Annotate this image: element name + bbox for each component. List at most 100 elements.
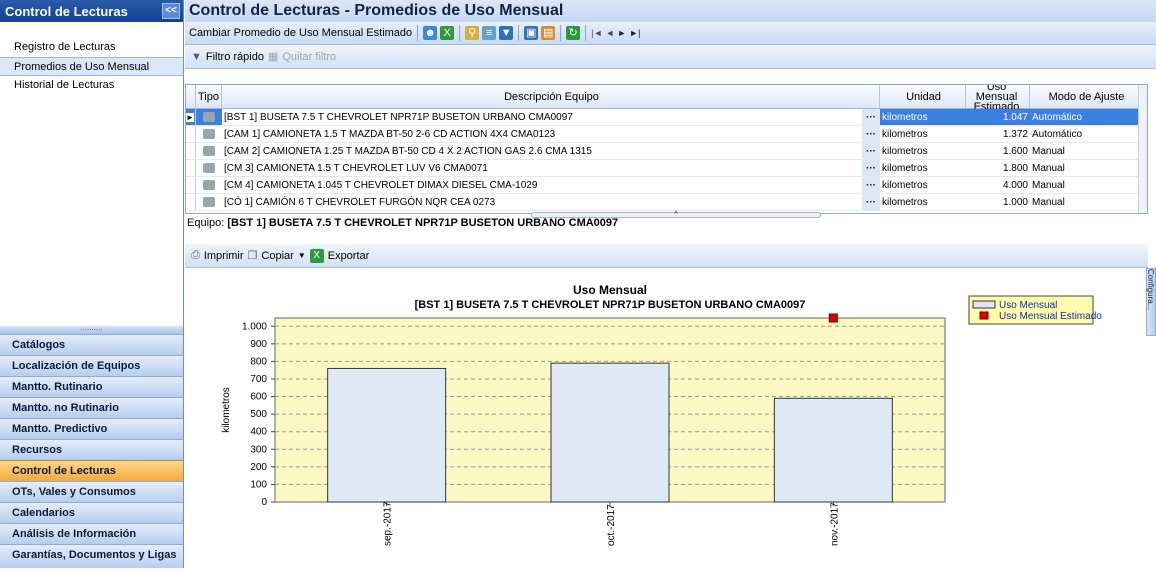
cell-modo[interactable]: Manual — [1030, 194, 1142, 210]
filter-toolbar: ▼ Filtro rápido ▦ Quitar filtro — [185, 45, 1156, 69]
search-icon[interactable]: ⚲ — [465, 26, 480, 40]
sidebar-title: Control de Lecturas — [5, 3, 128, 19]
section-catalogos[interactable]: Catálogos — [0, 334, 183, 355]
table-row[interactable]: [CM 4] CAMIONETA 1.045 T CHEVROLET DIMAX… — [186, 177, 1147, 194]
y-tick-label: 200 — [250, 462, 267, 473]
cell-uso[interactable]: 1.600 — [966, 143, 1030, 159]
cell-uso[interactable]: 1.800 — [966, 160, 1030, 176]
cell-descripcion[interactable]: [CAM 1] CAMIONETA 1.5 T MAZDA BT-50 2-6 … — [222, 126, 862, 142]
col-uso[interactable]: Uso Mensual Estimado — [966, 85, 1030, 112]
equipment-grid: Tipo Descripción Equipo Unidad Uso Mensu… — [185, 84, 1148, 214]
cell-unidad[interactable]: kilometros — [880, 126, 966, 142]
cell-unidad[interactable]: kilometros — [880, 160, 966, 176]
ellipsis-button[interactable]: ··· — [862, 109, 880, 125]
save-icon[interactable]: ▣ — [524, 26, 539, 40]
col-descripcion[interactable]: Descripción Equipo — [222, 85, 880, 108]
cell-modo[interactable]: Manual — [1030, 160, 1142, 176]
cell-unidad[interactable]: kilometros — [880, 143, 966, 159]
cell-uso[interactable]: 1.000 — [966, 194, 1030, 210]
users-icon[interactable]: ☻ — [423, 26, 438, 40]
first-record-icon[interactable]: |◄ — [591, 28, 602, 38]
remove-filter-button[interactable]: Quitar filtro — [282, 51, 336, 63]
equipo-label: Equipo: — [187, 217, 225, 229]
refresh-icon[interactable]: ↻ — [566, 26, 581, 40]
table-row[interactable]: [CAM 1] CAMIONETA 1.5 T MAZDA BT-50 2-6 … — [186, 126, 1147, 143]
cell-descripcion[interactable]: [CAM 2] CAMIONETA 1.25 T MAZDA BT-50 CD … — [222, 143, 862, 159]
next-record-icon[interactable]: ► — [617, 28, 626, 38]
print-button[interactable]: Imprimir — [204, 250, 244, 262]
legend-swatch-uso — [972, 300, 996, 309]
col-tipo[interactable]: Tipo — [196, 85, 222, 108]
chart-icon[interactable]: ▤ — [541, 26, 556, 40]
cell-uso[interactable]: 1.047 — [966, 109, 1030, 125]
cell-unidad[interactable]: kilometros — [880, 177, 966, 193]
configure-side-tab[interactable]: Configura... — [1146, 268, 1156, 336]
section-control-lecturas[interactable]: Control de Lecturas — [0, 460, 183, 481]
section-garantias[interactable]: Garantías, Documentos y Ligas — [0, 544, 183, 568]
ellipsis-button[interactable]: ··· — [862, 177, 880, 193]
cell-unidad[interactable]: kilometros — [880, 194, 966, 210]
change-estimate-button[interactable]: Cambiar Promedio de Uso Mensual Estimado — [189, 27, 412, 39]
cell-uso[interactable]: 4.000 — [966, 177, 1030, 193]
y-tick-label: 100 — [250, 479, 267, 490]
cell-modo[interactable]: Manual — [1030, 143, 1142, 159]
bar-uso-mensual — [550, 362, 670, 503]
section-localizacion[interactable]: Localización de Equipos — [0, 355, 183, 376]
cell-modo[interactable]: Manual — [1030, 177, 1142, 193]
col-unidad[interactable]: Unidad — [880, 85, 966, 108]
nav-item-registro[interactable]: Registro de Lecturas — [0, 38, 183, 57]
row-indicator — [186, 177, 196, 193]
table-row[interactable]: [CM 3] CAMIONETA 1.5 T CHEVROLET LUV V6 … — [186, 160, 1147, 177]
ellipsis-button[interactable]: ··· — [862, 143, 880, 159]
y-tick-label: 600 — [250, 392, 267, 403]
sidebar-splitter[interactable]: .......... — [0, 324, 183, 334]
nav-item-historial[interactable]: Historial de Lecturas — [0, 76, 183, 95]
sidebar-header: Control de Lecturas << — [0, 0, 183, 22]
cell-modo[interactable]: Automático — [1030, 126, 1142, 142]
page-title: Control de Lecturas - Promedios de Uso M… — [185, 0, 1156, 22]
section-mantto-rutinario[interactable]: Mantto. Rutinario — [0, 376, 183, 397]
cell-descripcion[interactable]: [CM 3] CAMIONETA 1.5 T CHEVROLET LUV V6 … — [222, 160, 862, 176]
prev-record-icon[interactable]: ◄ — [605, 28, 614, 38]
quick-filter-button[interactable]: Filtro rápido — [206, 51, 264, 63]
excel-icon[interactable]: X — [440, 26, 455, 40]
table-row[interactable]: [CÓ 1] CAMIÓN 6 T CHEVROLET FURGÓN NQR C… — [186, 194, 1147, 211]
collapse-button[interactable]: << — [162, 3, 180, 19]
grid-scrollbar[interactable] — [1138, 85, 1147, 213]
table-row[interactable]: ► [BST 1] BUSETA 7.5 T CHEVROLET NPR71P B… — [186, 109, 1147, 126]
legend-label-estimado: Uso Mensual Estimado — [999, 311, 1102, 322]
usage-chart: Uso Mensual [BST 1] BUSETA 7.5 T CHEVROLE… — [221, 283, 1102, 546]
section-mantto-predictivo[interactable]: Mantto. Predictivo — [0, 418, 183, 439]
copy-button[interactable]: Copiar — [261, 250, 293, 262]
y-axis-label: kilometros — [221, 387, 232, 433]
main-panel: Control de Lecturas - Promedios de Uso M… — [185, 0, 1156, 568]
chart-area: Uso Mensual [BST 1] BUSETA 7.5 T CHEVROLE… — [185, 270, 1148, 568]
chart-subtitle: [BST 1] BUSETA 7.5 T CHEVROLET NPR71P BU… — [415, 299, 806, 311]
cell-descripcion[interactable]: [BST 1] BUSETA 7.5 T CHEVROLET NPR71P BU… — [222, 109, 862, 125]
cell-modo[interactable]: Automático — [1030, 109, 1142, 125]
table-row[interactable]: [CAM 2] CAMIONETA 1.25 T MAZDA BT-50 CD … — [186, 143, 1147, 160]
section-recursos[interactable]: Recursos — [0, 439, 183, 460]
y-tick-label: 400 — [250, 427, 267, 438]
section-analisis[interactable]: Análisis de Información — [0, 523, 183, 544]
section-calendarios[interactable]: Calendarios — [0, 502, 183, 523]
filter-sort-icon[interactable]: ≡ — [482, 26, 497, 40]
nav-item-promedios[interactable]: Promedios de Uso Mensual — [0, 57, 183, 76]
section-mantto-no-rutinario[interactable]: Mantto. no Rutinario — [0, 397, 183, 418]
cell-unidad[interactable]: kilometros — [880, 109, 966, 125]
export-button[interactable]: Exportar — [328, 250, 370, 262]
point-uso-estimado — [828, 313, 838, 323]
ellipsis-button[interactable]: ··· — [862, 194, 880, 210]
sidebar: Control de Lecturas << Registro de Lectu… — [0, 0, 184, 568]
cell-descripcion[interactable]: [CÓ 1] CAMIÓN 6 T CHEVROLET FURGÓN NQR C… — [222, 194, 862, 210]
filter-icon[interactable]: ▼ — [499, 26, 514, 40]
ellipsis-button[interactable]: ··· — [862, 160, 880, 176]
section-ots[interactable]: OTs, Vales y Consumos — [0, 481, 183, 502]
cell-descripcion[interactable]: [CM 4] CAMIONETA 1.045 T CHEVROLET DIMAX… — [222, 177, 862, 193]
cell-uso[interactable]: 1.372 — [966, 126, 1030, 142]
copy-dropdown-icon[interactable]: ▼ — [298, 251, 306, 260]
col-modo[interactable]: Modo de Ajuste — [1030, 85, 1142, 108]
ellipsis-button[interactable]: ··· — [862, 126, 880, 142]
last-record-icon[interactable]: ►| — [629, 28, 640, 38]
row-indicator — [186, 126, 196, 142]
